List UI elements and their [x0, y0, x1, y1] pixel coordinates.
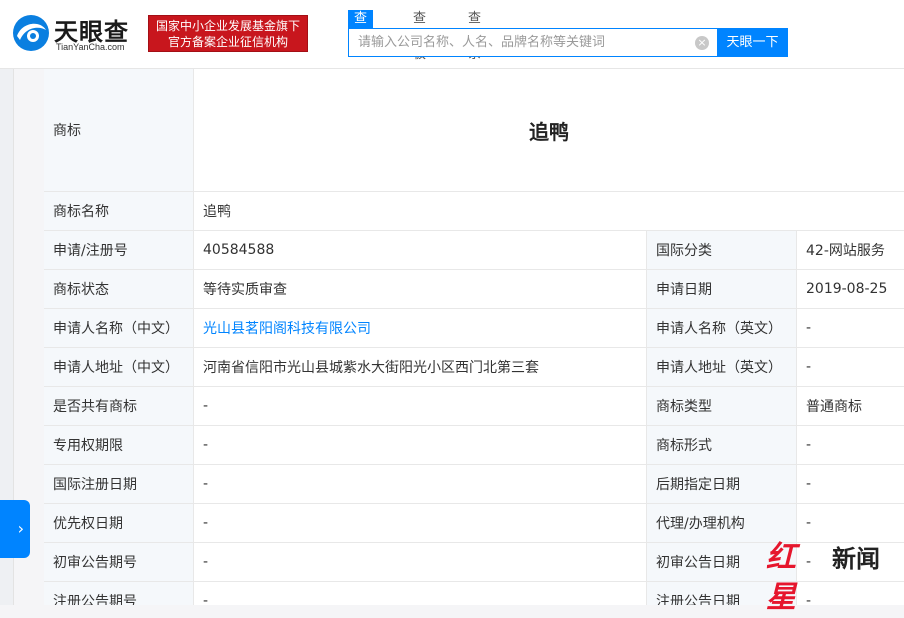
table-row: 国际注册日期 - 后期指定日期 -: [44, 465, 904, 504]
tab-search-relation[interactable]: 查关系: [468, 10, 481, 62]
field-value: -: [806, 437, 812, 453]
table-row: 商标名称 追鸭: [44, 192, 904, 231]
eye-logo-icon: [13, 15, 49, 51]
chevron-right-icon: ›: [17, 519, 24, 538]
side-float-tab[interactable]: ›: [0, 500, 30, 558]
field-label: 代理/办理机构: [647, 504, 797, 542]
table-row: 申请人地址（中文） 河南省信阳市光山县城紫水大街阳光小区西门北第三套 申请人地址…: [44, 348, 904, 387]
table-row: 是否共有商标 - 商标类型 普通商标: [44, 387, 904, 426]
applicant-name-value: 光山县茗阳阁科技有限公司: [194, 309, 647, 347]
official-banner[interactable]: 国家中小企业发展基金旗下 官方备案企业征信机构: [148, 15, 308, 52]
table-row-trademark-image: 商标 追鸭: [44, 69, 904, 192]
field-label: 初审公告期号: [44, 543, 194, 581]
trademark-image[interactable]: 追鸭: [194, 69, 904, 191]
field-value: 河南省信阳市光山县城紫水大街阳光小区西门北第三套: [194, 348, 647, 386]
trademark-detail-table: 商标 追鸭 商标名称 追鸭 申请/注册号 40584588 国际分类 42-网站…: [44, 69, 904, 605]
search-input[interactable]: [349, 29, 697, 56]
field-value: -: [806, 515, 812, 531]
field-value: -: [194, 543, 647, 581]
applicant-company-link[interactable]: 光山县茗阳阁科技有限公司: [203, 318, 371, 338]
field-value: -: [806, 320, 812, 336]
field-label: 专用权期限: [44, 426, 194, 464]
watermark-black-text: 新闻: [832, 544, 880, 573]
table-row: 商标状态 等待实质审查 申请日期 2019-08-25: [44, 270, 904, 309]
table-row: 专用权期限 - 商标形式 -: [44, 426, 904, 465]
table-row: 申请/注册号 40584588 国际分类 42-网站服务: [44, 231, 904, 270]
field-label: 国际分类: [647, 231, 797, 269]
field-value: 追鸭: [203, 204, 231, 220]
field-value: -: [806, 359, 812, 375]
table-row: 申请人名称（中文） 光山县茗阳阁科技有限公司 申请人名称（英文） -: [44, 309, 904, 348]
field-value: -: [806, 593, 812, 605]
search-box: ×: [348, 28, 718, 57]
field-value: -: [194, 465, 647, 503]
banner-line-2: 官方备案企业征信机构: [167, 35, 288, 49]
field-label: 申请人地址（中文）: [44, 348, 194, 386]
field-label: 商标类型: [647, 387, 797, 425]
field-label: 申请人地址（英文）: [647, 348, 797, 386]
field-label: 是否共有商标: [44, 387, 194, 425]
field-value: -: [194, 582, 647, 605]
field-value: 42-网站服务: [806, 243, 885, 259]
field-label: 申请/注册号: [44, 231, 194, 269]
trademark-label: 商标: [44, 69, 194, 191]
banner-line-1: 国家中小企业发展基金旗下: [155, 19, 300, 33]
field-value: -: [194, 426, 647, 464]
field-value: 40584588: [194, 231, 647, 269]
watermark-red-text: 红星: [766, 540, 796, 615]
field-label: 申请日期: [647, 270, 797, 308]
field-label: 申请人名称（英文）: [647, 309, 797, 347]
field-label: 注册公告期号: [44, 582, 194, 605]
tab-search-company[interactable]: 查公司: [348, 10, 374, 62]
field-value: 2019-08-25: [806, 281, 888, 297]
clear-icon[interactable]: ×: [695, 36, 709, 50]
tab-search-boss[interactable]: 查老板: [413, 10, 426, 62]
field-value: 普通商标: [806, 399, 862, 415]
field-label: 优先权日期: [44, 504, 194, 542]
field-value: -: [806, 476, 812, 492]
search-button[interactable]: 天眼一下: [717, 28, 788, 57]
field-label: 商标状态: [44, 270, 194, 308]
field-label: 申请人名称（中文）: [44, 309, 194, 347]
field-value: -: [194, 504, 647, 542]
logo-subtext: TianYanCha.com: [56, 42, 125, 52]
field-value: 等待实质审查: [194, 270, 647, 308]
top-header: 天眼查 TianYanCha.com 国家中小企业发展基金旗下 官方备案企业征信…: [0, 0, 904, 69]
field-label: 商标形式: [647, 426, 797, 464]
field-label: 后期指定日期: [647, 465, 797, 503]
field-label: 商标名称: [44, 192, 194, 230]
site-logo[interactable]: 天眼查 TianYanCha.com: [12, 12, 140, 54]
field-label: 国际注册日期: [44, 465, 194, 503]
field-value: -: [194, 387, 647, 425]
